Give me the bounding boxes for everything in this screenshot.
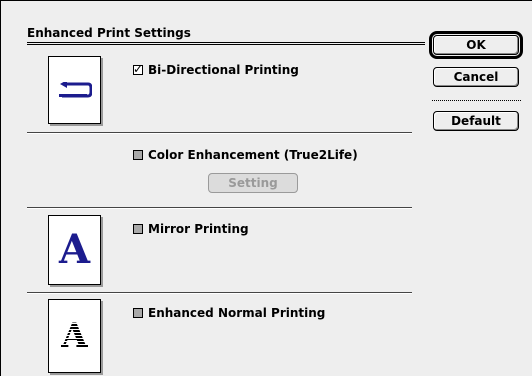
bidirectional-label: Bi-Directional Printing [148, 63, 299, 77]
bidirectional-preview [48, 56, 101, 124]
color-enhancement-label: Color Enhancement (True2Life) [148, 148, 358, 162]
color-enhancement-checkbox[interactable]: Color Enhancement (True2Life) [133, 148, 358, 162]
bidirectional-checkbox-box[interactable] [133, 62, 143, 76]
mirror-a-glyph: A [58, 226, 91, 273]
title-divider [27, 42, 425, 45]
section-divider-1 [27, 132, 412, 134]
cancel-button[interactable]: Cancel [433, 67, 519, 87]
color-enhancement-checkbox-box[interactable] [133, 150, 143, 160]
enhanced-print-settings-dialog: Enhanced Print Settings Bi-Directional P… [0, 0, 532, 376]
mirror-printing-label: Mirror Printing [148, 222, 249, 236]
section-divider-2 [27, 207, 412, 209]
enhanced-normal-label: Enhanced Normal Printing [148, 306, 326, 320]
mirror-printing-checkbox[interactable]: Mirror Printing [133, 222, 249, 236]
enhanced-normal-preview: A [48, 299, 101, 373]
normal-a-glyph: A [61, 316, 88, 356]
bidirectional-checkbox[interactable]: Bi-Directional Printing [133, 62, 299, 77]
enhanced-normal-checkbox[interactable]: Enhanced Normal Printing [133, 306, 325, 320]
section-divider-3 [27, 292, 412, 294]
setting-button[interactable]: Setting [208, 173, 298, 193]
default-button[interactable]: Default [433, 111, 519, 131]
button-divider [432, 100, 521, 101]
ok-button[interactable]: OK [433, 35, 519, 55]
mirror-preview: A [48, 215, 101, 285]
mirror-printing-checkbox-box[interactable] [133, 224, 143, 234]
bidirectional-arrow-icon [58, 82, 92, 98]
enhanced-normal-checkbox-box[interactable] [133, 308, 143, 318]
dialog-title: Enhanced Print Settings [27, 26, 191, 40]
